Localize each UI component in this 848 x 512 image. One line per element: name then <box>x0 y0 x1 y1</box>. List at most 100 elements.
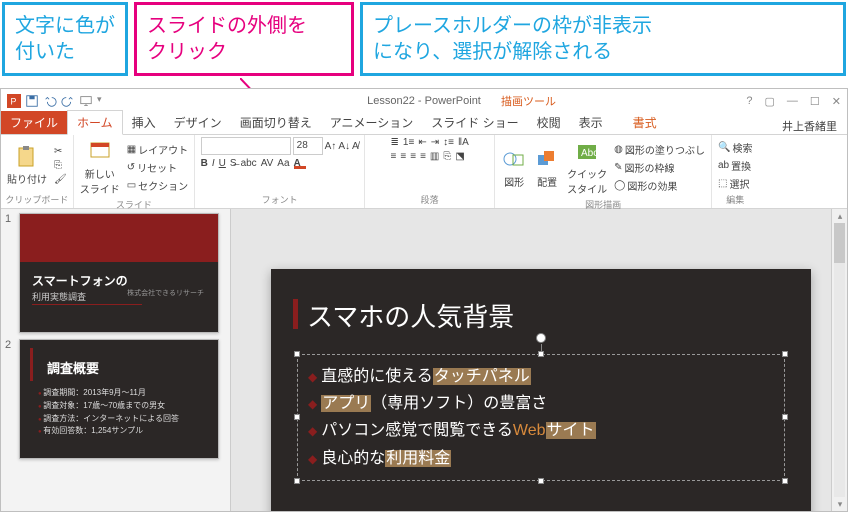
increase-indent-button[interactable]: ⇥ <box>431 137 439 148</box>
undo-icon[interactable] <box>43 94 57 108</box>
change-case-button[interactable]: Aa <box>277 158 289 169</box>
tab-transitions[interactable]: 画面切り替え <box>231 111 321 134</box>
bullet-4[interactable]: 良心的な利用料金 <box>308 445 774 472</box>
shape-fill-button[interactable]: ◍図形の塗りつぶし <box>612 141 707 158</box>
new-slide-button[interactable]: 新しい スライド <box>78 137 122 198</box>
close-icon[interactable]: ✕ <box>832 95 841 108</box>
tab-insert[interactable]: 挿入 <box>123 111 165 134</box>
section-icon: ▭ <box>127 180 136 191</box>
tab-file[interactable]: ファイル <box>1 111 67 134</box>
shapes-label: 図形 <box>504 174 524 189</box>
bullet-1[interactable]: 直感的に使えるタッチパネル <box>308 363 774 390</box>
bucket-icon: ◍ <box>614 144 623 155</box>
content-placeholder[interactable]: 直感的に使えるタッチパネル アプリ（専用ソフト）の豊富さ パソコン感覚で閲覧でき… <box>297 354 785 481</box>
shapes-button[interactable]: 図形 <box>499 145 529 191</box>
vertical-scrollbar[interactable]: ▴ ▾ <box>831 209 847 511</box>
italic-button[interactable]: I <box>212 158 215 169</box>
quick-styles-button[interactable]: Abcクイック スタイル <box>565 137 609 198</box>
clear-formatting-button[interactable]: A̸ <box>352 141 359 152</box>
resize-handle[interactable] <box>538 351 544 357</box>
find-button[interactable]: 🔍検索 <box>716 139 754 156</box>
tab-design[interactable]: デザイン <box>165 111 231 134</box>
format-painter-button[interactable]: 🖌 <box>52 173 69 186</box>
grow-font-button[interactable]: A↑ <box>325 141 337 152</box>
resize-handle[interactable] <box>782 414 788 420</box>
scroll-up-arrow[interactable]: ▴ <box>832 209 847 223</box>
bullet-2[interactable]: アプリ（専用ソフト）の豊富さ <box>308 390 774 417</box>
text-direction-button[interactable]: ‖A <box>458 137 469 148</box>
minimize-icon[interactable]: — <box>787 95 798 108</box>
align-right-button[interactable]: ≡ <box>410 151 416 162</box>
tab-review[interactable]: 校閲 <box>528 111 570 134</box>
thumb-number: 2 <box>5 339 15 459</box>
help-icon[interactable]: ? <box>746 95 752 108</box>
tab-slideshow[interactable]: スライド ショー <box>422 111 527 134</box>
align-text-button[interactable]: ⎘ <box>443 151 451 162</box>
arrange-button[interactable]: 配置 <box>532 145 562 191</box>
save-icon[interactable] <box>25 94 39 108</box>
resize-handle[interactable] <box>294 478 300 484</box>
numbering-button[interactable]: 1≡ <box>403 137 414 148</box>
shape-effects-button[interactable]: ◯図形の効果 <box>612 177 707 194</box>
font-size-combo[interactable]: 28 <box>293 137 323 155</box>
slide-thumbnail-2[interactable]: 調査概要 調査期間：2013年9月～11月 調査対象：17歳～70歳までの男女 … <box>19 339 219 459</box>
resize-handle[interactable] <box>782 478 788 484</box>
columns-button[interactable]: ▥ <box>430 151 439 162</box>
align-center-button[interactable]: ≡ <box>400 151 406 162</box>
maximize-icon[interactable]: ☐ <box>810 95 820 108</box>
slide-canvas[interactable]: スマホの人気背景 直感的に使えるタッチパネル アプリ（専用ソフト）の豊富さ パソ… <box>271 269 811 511</box>
resize-handle[interactable] <box>294 414 300 420</box>
section-button[interactable]: ▭セクション <box>125 177 190 194</box>
line-spacing-button[interactable]: ↕≡ <box>443 137 454 148</box>
thumb2-b4: 有効回答数：1,254サンプル <box>38 425 218 438</box>
bold-button[interactable]: B <box>201 158 208 169</box>
char-spacing-button[interactable]: AV <box>261 158 274 169</box>
tab-home[interactable]: ホーム <box>67 110 123 135</box>
shadow-button[interactable]: abc <box>241 158 257 169</box>
slide-editor[interactable]: スマホの人気背景 直感的に使えるタッチパネル アプリ（専用ソフト）の豊富さ パソ… <box>231 209 847 511</box>
paste-button[interactable]: 貼り付け <box>5 142 49 188</box>
decrease-indent-button[interactable]: ⇤ <box>418 137 426 148</box>
tab-animations[interactable]: アニメーション <box>321 111 423 134</box>
ribbon-group-paragraph: ≣ 1≡ ⇤ ⇥ ↕≡ ‖A ≡ ≡ ≡ ≡ ▥ ⎘ ⬔ 段落 <box>365 135 495 208</box>
slide-thumbnail-1[interactable]: スマートフォンの 利用実態調査 株式会社できるリサーチ <box>19 213 219 333</box>
start-slideshow-icon[interactable] <box>79 94 93 108</box>
bullets-button[interactable]: ≣ <box>391 137 399 148</box>
slide-thumbnails-panel[interactable]: 1 スマートフォンの 利用実態調査 株式会社できるリサーチ 2 調査概要 調査期… <box>1 209 231 511</box>
reset-button[interactable]: ↺リセット <box>125 159 190 176</box>
group-label-paragraph: 段落 <box>421 193 439 206</box>
reset-icon: ↺ <box>127 162 135 173</box>
scroll-track[interactable] <box>834 223 845 497</box>
qat-customize-icon[interactable]: ▾ <box>97 94 102 108</box>
select-icon: ⬚ <box>718 178 727 189</box>
rotate-handle[interactable] <box>536 333 546 343</box>
justify-button[interactable]: ≡ <box>420 151 426 162</box>
copy-button[interactable]: ⎘ <box>52 159 69 172</box>
shrink-font-button[interactable]: A↓ <box>338 141 350 152</box>
scroll-thumb[interactable] <box>834 223 845 263</box>
tab-view[interactable]: 表示 <box>570 111 612 134</box>
resize-handle[interactable] <box>538 478 544 484</box>
select-button[interactable]: ⬚選択 <box>716 175 754 192</box>
layout-button[interactable]: ▦レイアウト <box>125 141 190 158</box>
shape-effects-label: 図形の効果 <box>627 178 677 193</box>
shape-outline-button[interactable]: ✎図形の枠線 <box>612 159 707 176</box>
resize-handle[interactable] <box>294 351 300 357</box>
underline-button[interactable]: U <box>219 158 226 169</box>
signed-in-user[interactable]: 井上香緒里 <box>782 118 837 134</box>
bullet-4-text: 良心的な <box>321 450 385 467</box>
align-left-button[interactable]: ≡ <box>391 151 397 162</box>
slide-title[interactable]: スマホの人気背景 <box>271 269 811 340</box>
cut-button[interactable]: ✂ <box>52 145 69 158</box>
redo-icon[interactable] <box>61 94 75 108</box>
resize-handle[interactable] <box>782 351 788 357</box>
tab-format[interactable]: 書式 <box>624 111 666 134</box>
scroll-down-arrow[interactable]: ▾ <box>832 497 847 511</box>
ribbon-options-icon[interactable]: ▢ <box>765 95 775 108</box>
bullet-3[interactable]: パソコン感覚で閲覧できるWebサイト <box>308 417 774 444</box>
strikethrough-button[interactable]: S̶ <box>230 158 237 169</box>
replace-button[interactable]: ab置換 <box>716 157 754 174</box>
convert-smartart-button[interactable]: ⬔ <box>455 151 464 162</box>
font-name-combo[interactable] <box>201 137 291 155</box>
font-color-button[interactable]: A <box>294 158 301 169</box>
